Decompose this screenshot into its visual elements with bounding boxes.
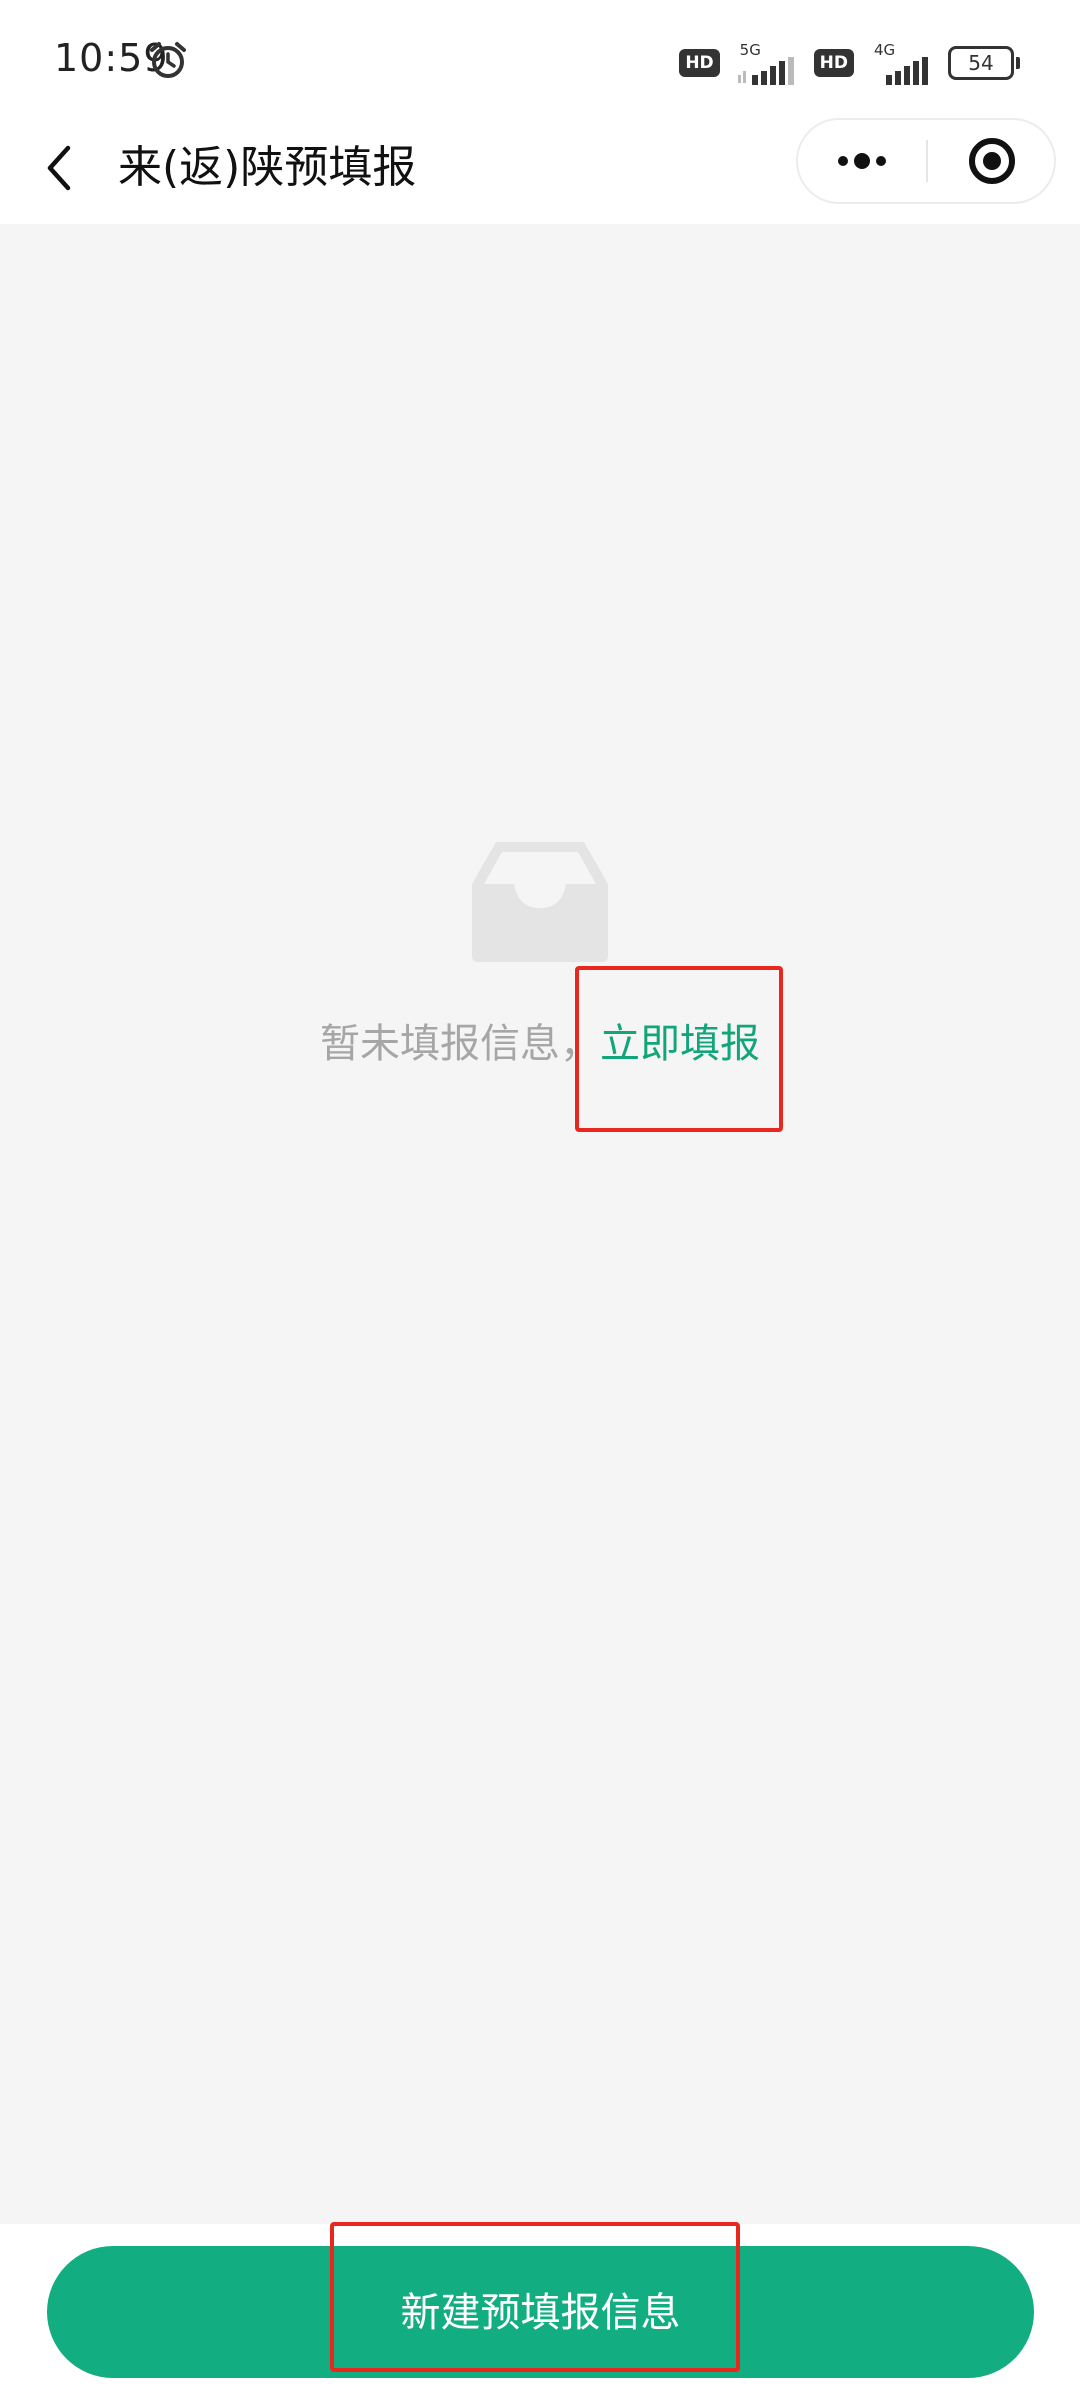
mini-program-capsule bbox=[796, 118, 1056, 204]
status-indicators: HD 5G HD 4G 54 bbox=[679, 38, 1020, 88]
content-area: 暂未填报信息，立即填报 bbox=[0, 224, 1080, 2224]
battery-tip bbox=[1016, 57, 1020, 69]
back-arrow-icon[interactable] bbox=[30, 132, 102, 204]
status-bar: 10:59 HD 5G HD 4G 54 bbox=[0, 0, 1080, 112]
fill-now-link[interactable]: 立即填报 bbox=[600, 1021, 760, 1067]
battery-level: 54 bbox=[948, 46, 1014, 80]
bottom-action-bar: 新建预填报信息 bbox=[0, 2224, 1080, 2400]
hd-badge: HD bbox=[813, 49, 854, 77]
new-prefill-button[interactable]: 新建预填报信息 bbox=[47, 2246, 1034, 2378]
close-mini-program-icon[interactable] bbox=[928, 120, 1056, 202]
more-options-icon[interactable] bbox=[798, 120, 926, 202]
page-title: 来(返)陕预填报 bbox=[118, 142, 417, 193]
hd-badge: HD bbox=[679, 49, 720, 77]
navigation-bar: 来(返)陕预填报 bbox=[0, 112, 1080, 224]
signal-strength-icon bbox=[886, 57, 928, 85]
network-5g-indicator: 5G bbox=[734, 41, 800, 85]
empty-state-text: 暂未填报信息， bbox=[320, 1021, 600, 1067]
signal-strength-icon bbox=[737, 57, 794, 85]
empty-inbox-icon bbox=[472, 842, 608, 962]
battery-indicator: 54 bbox=[948, 46, 1020, 80]
empty-state-message: 暂未填报信息，立即填报 bbox=[0, 1014, 1080, 1074]
network-4g-indicator: 4G bbox=[868, 41, 934, 85]
alarm-clock-icon bbox=[150, 42, 186, 78]
